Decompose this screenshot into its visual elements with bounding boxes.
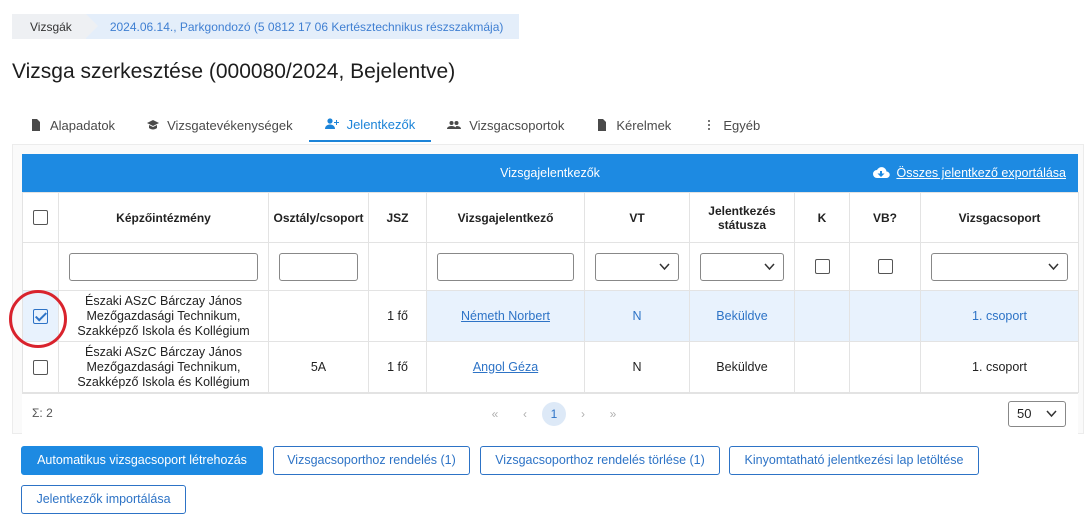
- graduation-cap-icon: [147, 120, 160, 130]
- vt-cell: N: [584, 341, 690, 393]
- pagination: « ‹ 1 › »: [482, 402, 626, 426]
- vt-filter-select[interactable]: [595, 252, 679, 281]
- chevron-down-icon: [1046, 410, 1057, 418]
- prev-page-button[interactable]: ‹: [512, 402, 538, 426]
- document-icon: [598, 119, 607, 131]
- jsz-cell: 1 fő: [368, 341, 427, 393]
- add-user-icon: [324, 118, 339, 129]
- applicant-cell: Németh Norbert: [426, 290, 585, 342]
- jsz-cell: 1 fő: [368, 290, 427, 342]
- col-header-institution[interactable]: Képzőintézmény: [58, 192, 269, 243]
- tab-jelentkezok[interactable]: Jelentkezők: [308, 108, 432, 142]
- import-applicants-button[interactable]: Jelentkezők importálása: [21, 485, 186, 514]
- page-title: Vizsga szerkesztése (000080/2024, Bejele…: [12, 60, 456, 83]
- breadcrumb-current: 2024.06.14., Parkgondozó (5 0812 17 06 K…: [85, 14, 520, 39]
- export-all-link[interactable]: Összes jelentkező exportálása: [872, 154, 1066, 192]
- row-select-checkbox[interactable]: [33, 308, 48, 324]
- row-count: Σ: 2: [32, 406, 53, 420]
- tab-vizsgacsoportok[interactable]: Vizsgacsoportok: [431, 108, 580, 142]
- applicant-link[interactable]: Angol Géza: [473, 360, 538, 374]
- tab-alapadatok[interactable]: Alapadatok: [14, 108, 131, 142]
- group-filter-select[interactable]: [931, 252, 1068, 281]
- filter-row: [22, 242, 1079, 291]
- class-filter-input[interactable]: [279, 252, 358, 281]
- applicants-grid: Vizsgajelentkezők Összes jelentkező expo…: [22, 154, 1079, 434]
- col-header-status[interactable]: Jelentkezés státusza: [689, 192, 795, 243]
- vb-cell: [849, 341, 921, 393]
- status-cell: Beküldve: [689, 341, 795, 393]
- applicant-cell: Angol Géza: [426, 341, 585, 393]
- applicant-link[interactable]: Németh Norbert: [461, 309, 550, 323]
- col-header-vt[interactable]: VT: [584, 192, 690, 243]
- tab-label: Alapadatok: [50, 117, 116, 133]
- status-filter-select[interactable]: [700, 252, 784, 281]
- next-page-button[interactable]: ›: [570, 402, 596, 426]
- class-cell: [268, 290, 369, 342]
- assign-group-button[interactable]: Vizsgacsoporthoz rendelés (1): [273, 446, 470, 475]
- col-header-k[interactable]: K: [794, 192, 850, 243]
- tab-label: Vizsgacsoportok: [469, 117, 565, 133]
- group-cell: 1. csoport: [920, 341, 1079, 393]
- cloud-download-icon: [873, 167, 891, 178]
- vb-filter-checkbox[interactable]: [877, 259, 893, 275]
- table-row[interactable]: Északi ASzC Bárczay János Mezőgazdasági …: [22, 290, 1079, 342]
- vb-cell: [849, 290, 921, 342]
- tab-kerelmek[interactable]: Kérelmek: [580, 108, 687, 142]
- tab-egyeb[interactable]: Egyéb: [687, 108, 776, 142]
- last-page-button[interactable]: »: [600, 402, 626, 426]
- class-cell: 5A: [268, 341, 369, 393]
- select-all-cell: [22, 192, 59, 243]
- page-size-select[interactable]: 50: [1008, 401, 1066, 427]
- institution-filter-input[interactable]: [69, 252, 258, 281]
- col-header-jsz[interactable]: JSZ: [368, 192, 427, 243]
- tab-vizsgatevekenysegek[interactable]: Vizsgatevékenységek: [131, 108, 309, 142]
- group-icon: [447, 121, 462, 129]
- tab-label: Jelentkezők: [346, 116, 416, 132]
- col-header-group[interactable]: Vizsgacsoport: [920, 192, 1079, 243]
- download-print-button[interactable]: Kinyomtatható jelentkezési lap letöltése: [729, 446, 979, 475]
- status-cell: Beküldve: [689, 290, 795, 342]
- applicants-table: Képzőintézmény Osztály/csoport JSZ Vizsg…: [22, 192, 1079, 393]
- document-icon: [32, 119, 40, 131]
- row-select-checkbox[interactable]: [33, 359, 48, 375]
- auto-group-button[interactable]: Automatikus vizsgacsoport létrehozás: [21, 446, 263, 475]
- grid-footer: Σ: 2 « ‹ 1 › » 50: [22, 393, 1078, 431]
- tab-label: Vizsgatevékenységek: [167, 117, 293, 133]
- institution-cell: Északi ASzC Bárczay János Mezőgazdasági …: [58, 290, 269, 342]
- select-all-checkbox[interactable]: [33, 210, 48, 226]
- col-header-class[interactable]: Osztály/csoport: [268, 192, 369, 243]
- current-page-button[interactable]: 1: [542, 402, 566, 426]
- col-header-vb[interactable]: VB?: [849, 192, 921, 243]
- tab-label: Kérelmek: [616, 117, 672, 133]
- breadcrumb: Vizsgák 2024.06.14., Parkgondozó (5 0812…: [12, 14, 520, 39]
- page-size-value: 50: [1017, 406, 1032, 421]
- grid-header: Vizsgajelentkezők Összes jelentkező expo…: [22, 154, 1078, 192]
- chevron-down-icon: [1048, 262, 1059, 270]
- group-cell: 1. csoport: [920, 290, 1079, 342]
- vt-cell: N: [584, 290, 690, 342]
- tab-bar: Alapadatok Vizsgatevékenységek Jelentkez…: [14, 108, 776, 144]
- k-cell: [794, 290, 850, 342]
- unassign-group-button[interactable]: Vizsgacsoporthoz rendelés törlése (1): [480, 446, 720, 475]
- grid-card: Vizsgajelentkezők Összes jelentkező expo…: [12, 144, 1084, 434]
- export-all-label: Összes jelentkező exportálása: [896, 166, 1066, 180]
- k-filter-checkbox[interactable]: [814, 259, 830, 275]
- col-header-applicant[interactable]: Vizsgajelentkező: [426, 192, 585, 243]
- k-cell: [794, 341, 850, 393]
- applicant-filter-input[interactable]: [437, 252, 574, 281]
- breadcrumb-root[interactable]: Vizsgák: [12, 14, 98, 39]
- institution-cell: Északi ASzC Bárczay János Mezőgazdasági …: [58, 341, 269, 393]
- more-vertical-icon: [708, 120, 711, 130]
- tab-label: Egyéb: [723, 117, 761, 133]
- first-page-button[interactable]: «: [482, 402, 508, 426]
- table-row[interactable]: Északi ASzC Bárczay János Mezőgazdasági …: [22, 341, 1079, 393]
- chevron-down-icon: [764, 262, 775, 270]
- chevron-down-icon: [659, 262, 670, 270]
- header-row: Képzőintézmény Osztály/csoport JSZ Vizsg…: [22, 192, 1079, 243]
